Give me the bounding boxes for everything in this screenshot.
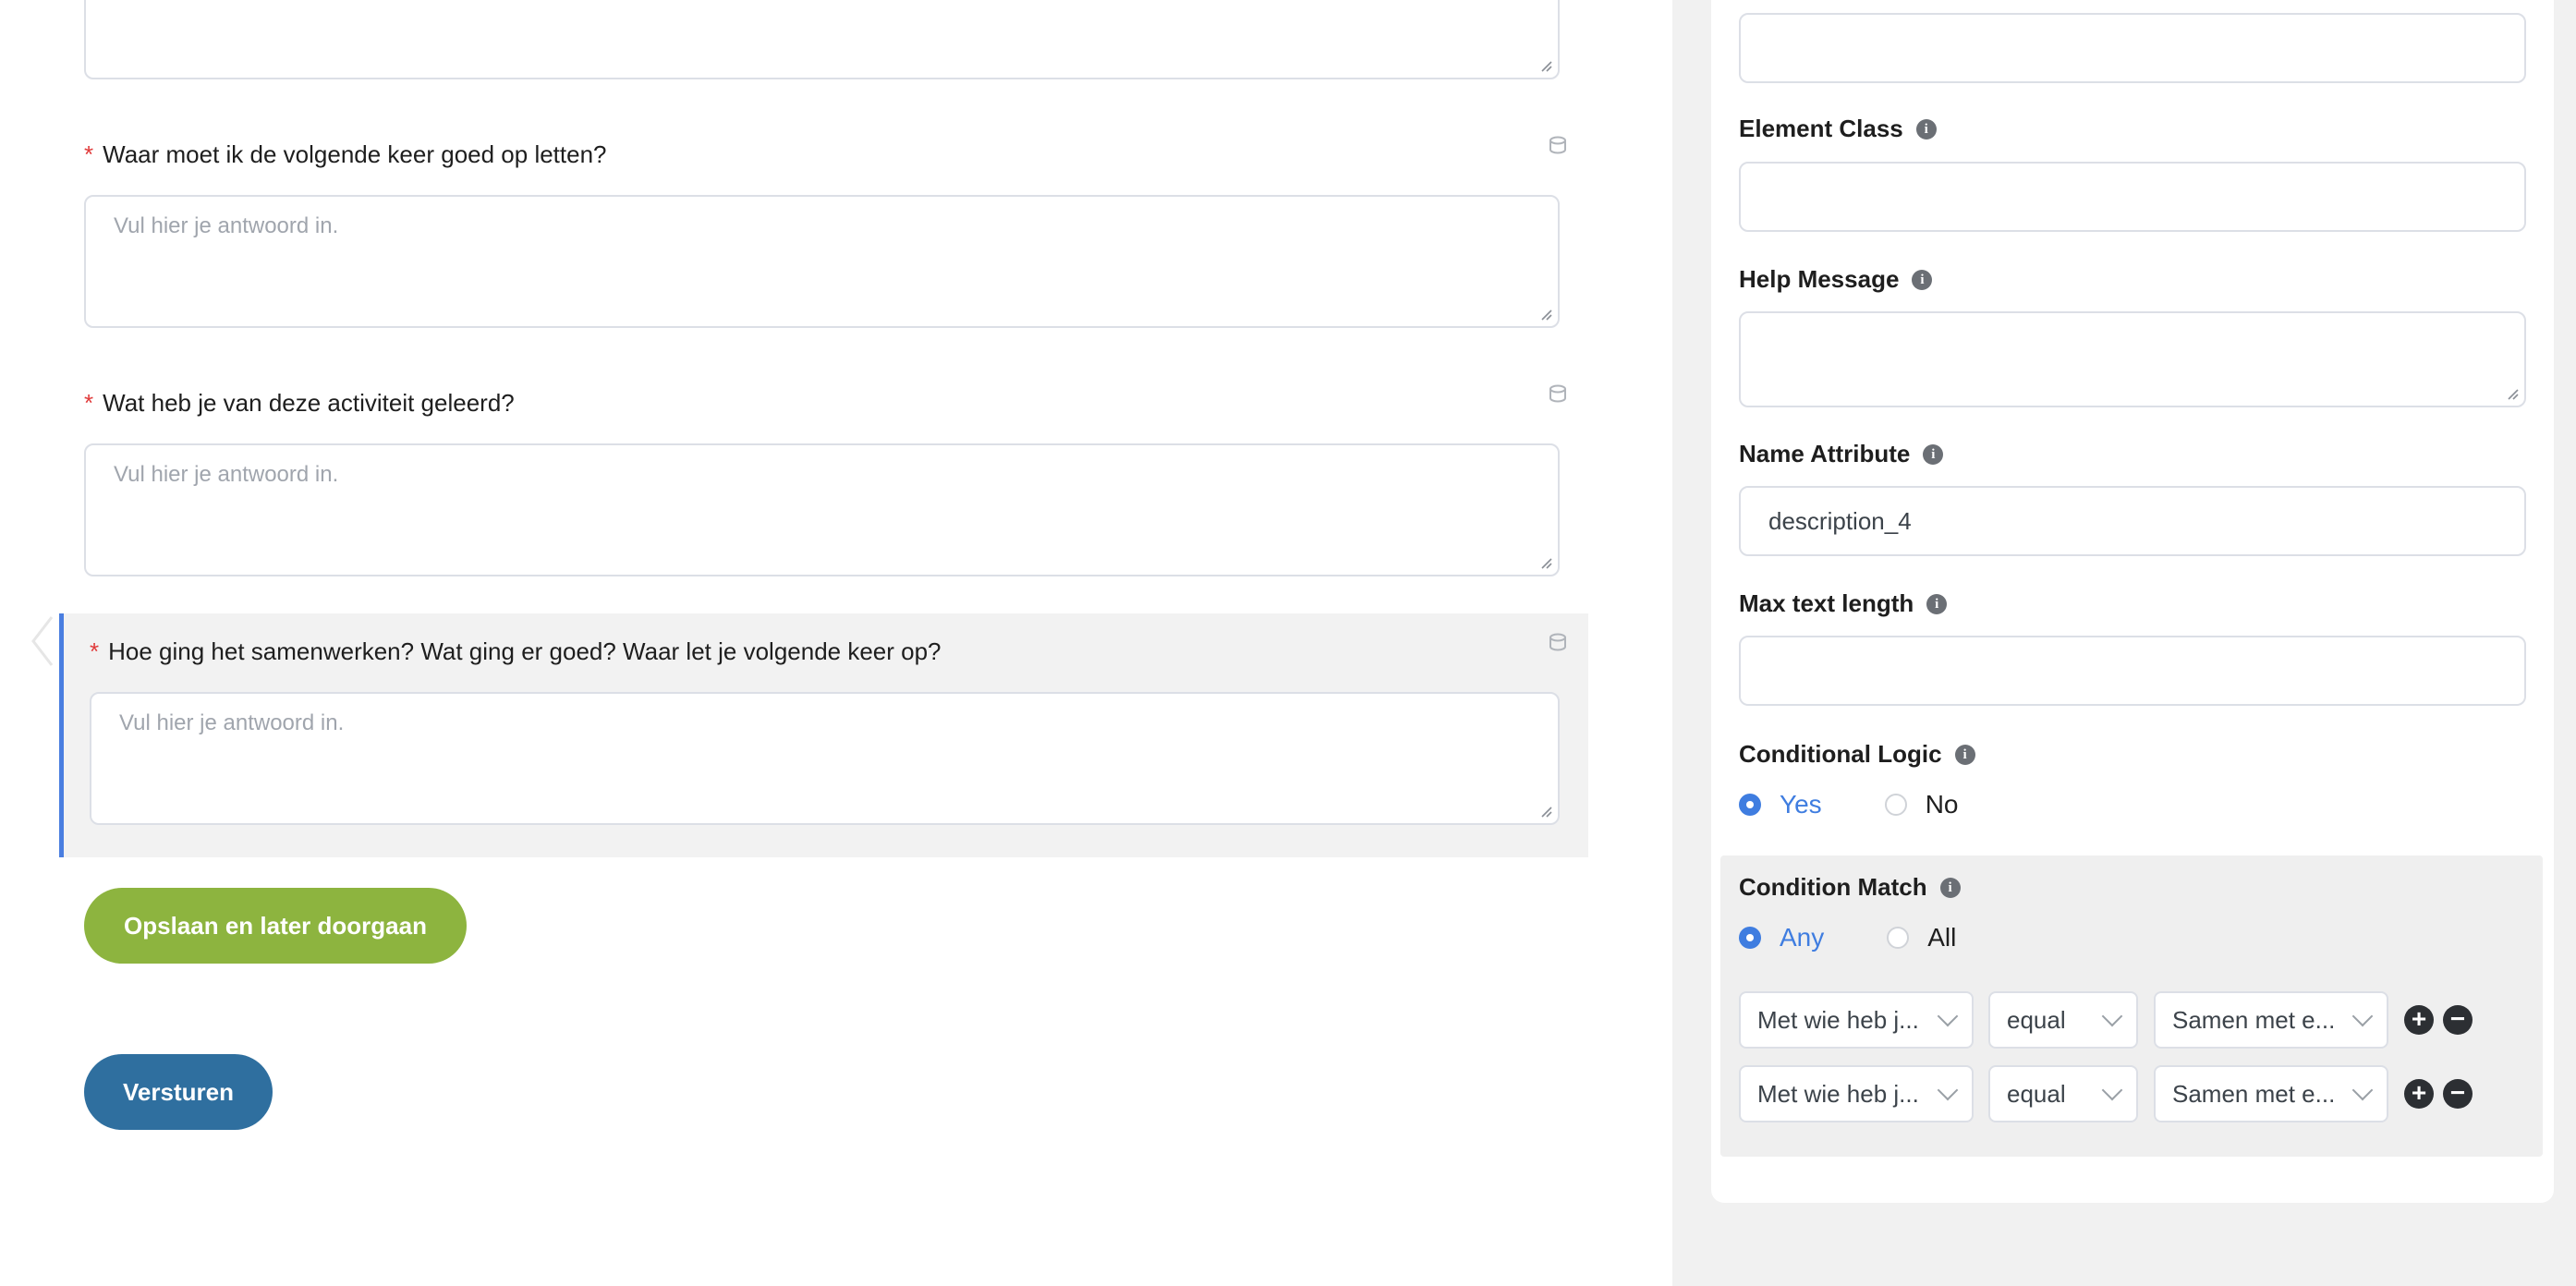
chevron-down-icon xyxy=(2101,1005,2123,1027)
condition-field-select[interactable]: Met wie heb j... xyxy=(1739,991,1974,1049)
required-asterisk: * xyxy=(84,389,94,417)
info-icon[interactable]: i xyxy=(1939,877,1961,898)
info-icon[interactable]: i xyxy=(1915,118,1937,140)
previous-answer-textarea[interactable] xyxy=(84,0,1560,79)
answer-textarea[interactable]: Vul hier je antwoord in. xyxy=(84,195,1560,328)
max-text-length-input[interactable] xyxy=(1739,636,2526,706)
chevron-down-icon xyxy=(2351,1005,2374,1027)
conditional-logic-options: Yes No xyxy=(1739,790,1958,819)
element-class-label: Element Class i xyxy=(1739,115,1937,143)
answer-textarea[interactable]: Vul hier je antwoord in. xyxy=(84,443,1560,576)
name-attribute-label: Name Attribute i xyxy=(1739,440,1944,468)
max-text-length-label: Max text length i xyxy=(1739,589,1948,618)
condition-value-select[interactable]: Samen met e... xyxy=(2154,1065,2388,1122)
resize-grip-icon[interactable] xyxy=(1537,803,1552,818)
resize-grip-icon[interactable] xyxy=(1537,57,1552,72)
required-asterisk: * xyxy=(90,637,100,665)
move-handle-icon[interactable] xyxy=(1548,383,1568,406)
conditional-logic-no-radio[interactable] xyxy=(1884,794,1907,816)
condition-value-select[interactable]: Samen met e... xyxy=(2154,991,2388,1049)
conditional-logic-yes-radio[interactable] xyxy=(1739,794,1761,816)
question-label: * Hoe ging het samenwerken? Wat ging er g… xyxy=(90,637,942,665)
question-label: * Wat heb je van deze activiteit geleerd? xyxy=(84,389,515,417)
textarea-placeholder: Vul hier je antwoord in. xyxy=(119,710,345,735)
save-later-button[interactable]: Opslaan en later doorgaan xyxy=(84,888,467,964)
textarea-placeholder: Vul hier je antwoord in. xyxy=(114,213,339,238)
settings-input-top[interactable] xyxy=(1739,13,2526,83)
resize-grip-icon[interactable] xyxy=(1537,554,1552,569)
add-condition-icon[interactable]: + xyxy=(2404,1079,2434,1109)
resize-grip-icon[interactable] xyxy=(1537,306,1552,321)
submit-button[interactable]: Versturen xyxy=(84,1054,273,1130)
condition-match-any-label[interactable]: Any xyxy=(1780,923,1824,952)
element-class-input[interactable] xyxy=(1739,162,2526,232)
condition-match-label: Condition Match i xyxy=(1739,873,1961,902)
collapse-arrow-icon[interactable] xyxy=(28,613,55,669)
condition-match-all-radio[interactable] xyxy=(1887,927,1910,949)
add-condition-icon[interactable]: + xyxy=(2404,1005,2434,1035)
name-attribute-value: description_4 xyxy=(1768,506,1912,535)
condition-match-options: Any All xyxy=(1739,923,1956,952)
info-icon[interactable]: i xyxy=(1923,443,1944,465)
chevron-down-icon xyxy=(1937,1005,1959,1027)
move-handle-icon[interactable] xyxy=(1548,135,1568,157)
conditional-logic-label: Conditional Logic i xyxy=(1739,740,1975,769)
name-attribute-input[interactable]: description_4 xyxy=(1739,486,2526,556)
help-message-label: Help Message i xyxy=(1739,265,1933,294)
condition-operator-select[interactable]: equal xyxy=(1988,991,2138,1049)
info-icon[interactable]: i xyxy=(1926,593,1948,614)
move-handle-icon[interactable] xyxy=(1548,632,1568,654)
condition-field-select[interactable]: Met wie heb j... xyxy=(1739,1065,1974,1122)
answer-textarea[interactable]: Vul hier je antwoord in. xyxy=(90,692,1560,825)
remove-condition-icon[interactable]: − xyxy=(2443,1079,2473,1109)
conditional-logic-yes-label[interactable]: Yes xyxy=(1780,790,1822,819)
chevron-down-icon xyxy=(2101,1079,2123,1101)
help-message-textarea[interactable] xyxy=(1739,311,2526,407)
resize-grip-icon[interactable] xyxy=(2504,385,2519,400)
info-icon[interactable]: i xyxy=(1954,744,1975,765)
chevron-down-icon xyxy=(1937,1079,1959,1101)
conditional-logic-no-label[interactable]: No xyxy=(1926,790,1959,819)
condition-match-any-radio[interactable] xyxy=(1739,927,1761,949)
required-asterisk: * xyxy=(84,140,94,168)
info-icon[interactable]: i xyxy=(1912,269,1933,290)
remove-condition-icon[interactable]: − xyxy=(2443,1005,2473,1035)
condition-match-all-label[interactable]: All xyxy=(1927,923,1956,952)
chevron-down-icon xyxy=(2351,1079,2374,1101)
question-label: * Waar moet ik de volgende keer goed op l… xyxy=(84,140,607,168)
condition-operator-select[interactable]: equal xyxy=(1988,1065,2138,1122)
textarea-placeholder: Vul hier je antwoord in. xyxy=(114,462,339,487)
